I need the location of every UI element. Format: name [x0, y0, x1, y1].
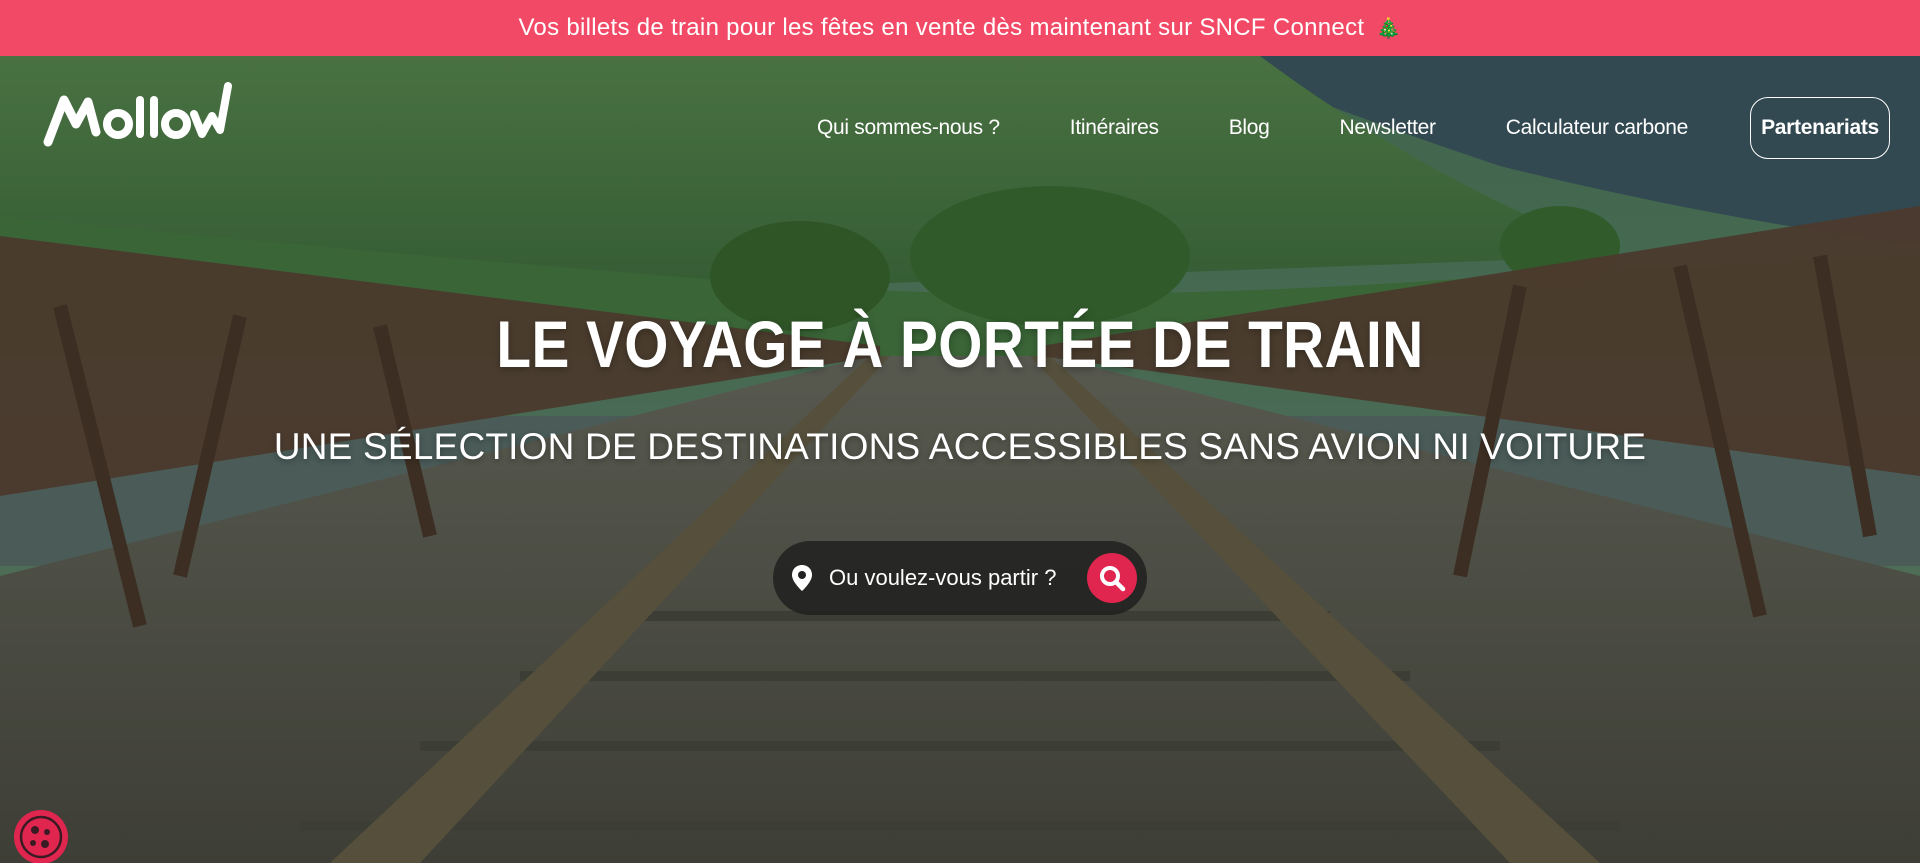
cookie-icon — [19, 815, 63, 859]
destination-search[interactable]: Ou voulez-vous partir ? — [773, 541, 1147, 615]
search-icon — [1100, 566, 1126, 592]
partenariats-button[interactable]: Partenariats — [1750, 97, 1890, 159]
hero-title: LE VOYAGE À PORTÉE DE TRAIN — [496, 307, 1424, 381]
announcement-text: Vos billets de train pour les fêtes en v… — [518, 14, 1365, 41]
mollow-logo[interactable] — [42, 80, 232, 148]
announcement-banner[interactable]: Vos billets de train pour les fêtes en v… — [0, 0, 1920, 56]
nav-newsletter[interactable]: Newsletter — [1340, 116, 1437, 140]
christmas-tree-icon: 🎄 — [1376, 17, 1402, 40]
nav-blog[interactable]: Blog — [1229, 116, 1270, 140]
hero-subtitle: UNE SÉLECTION DE DESTINATIONS ACCESSIBLE… — [273, 426, 1647, 467]
main-nav: Qui sommes-nous ? Itinéraires Blog Newsl… — [817, 97, 1920, 159]
nav-calculateur-carbone[interactable]: Calculateur carbone — [1506, 116, 1689, 140]
hero: Qui sommes-nous ? Itinéraires Blog Newsl… — [0, 56, 1920, 863]
cookie-settings-button[interactable] — [14, 810, 68, 863]
map-pin-icon — [792, 565, 812, 591]
search-button[interactable] — [1087, 553, 1137, 603]
nav-qui-sommes-nous[interactable]: Qui sommes-nous ? — [817, 116, 1000, 140]
nav-itineraires[interactable]: Itinéraires — [1070, 116, 1159, 140]
search-input[interactable]: Ou voulez-vous partir ? — [829, 565, 1087, 591]
